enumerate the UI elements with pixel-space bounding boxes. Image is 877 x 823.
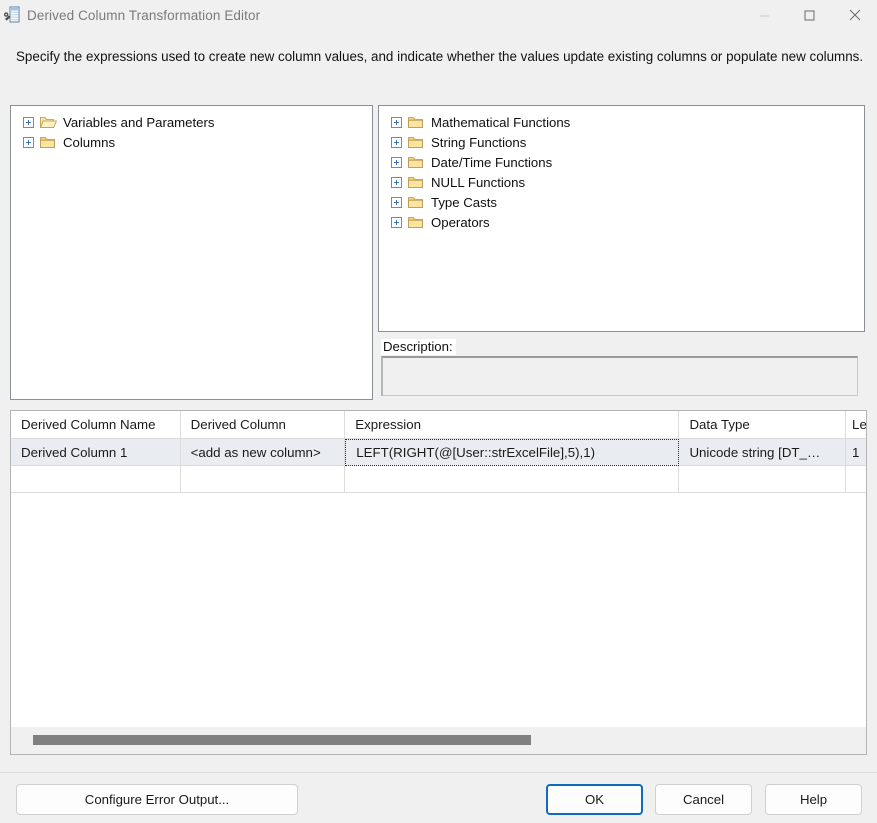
tree-item-label: Columns: [63, 134, 116, 150]
plus-icon[interactable]: [23, 136, 34, 148]
instruction-text: Specify the expressions used to create n…: [16, 49, 864, 64]
close-icon: [849, 9, 860, 21]
cell-derived-column-name[interactable]: [11, 466, 181, 493]
tree-item-variables-and-parameters[interactable]: Variables and Parameters: [11, 112, 372, 132]
column-header-data-type[interactable]: Data Type: [679, 411, 847, 438]
derived-column-icon: [4, 6, 22, 24]
tree-item-mathematical-functions[interactable]: Mathematical Functions: [379, 112, 864, 132]
column-header-expression[interactable]: Expression: [345, 411, 680, 438]
description-box: [381, 356, 858, 396]
cell-expression[interactable]: [345, 466, 680, 493]
derived-columns-grid[interactable]: Derived Column Name Derived Column Expre…: [10, 410, 867, 755]
minimize-icon: [760, 15, 769, 16]
cell-derived-column-name[interactable]: Derived Column 1: [11, 439, 181, 466]
tree-item-date-time-functions[interactable]: Date/Time Functions: [379, 152, 864, 172]
folder-icon: [408, 155, 425, 169]
folder-icon: [408, 135, 425, 149]
tree-item-label: NULL Functions: [431, 174, 526, 190]
configure-error-output-button[interactable]: Configure Error Output...: [16, 784, 298, 815]
tree-item-label: Date/Time Functions: [431, 154, 553, 170]
maximize-button[interactable]: [787, 0, 832, 30]
plus-icon[interactable]: [391, 216, 402, 228]
tree-item-label: Operators: [431, 214, 490, 230]
folder-icon: [408, 195, 425, 209]
table-row-empty[interactable]: [11, 466, 866, 493]
folder-icon: [408, 115, 425, 129]
cell-expression[interactable]: LEFT(RIGHT(@[User::strExcelFile],5),1): [345, 439, 680, 466]
variables-columns-tree-panel[interactable]: Variables and Parameters Columns: [10, 105, 373, 400]
table-row[interactable]: Derived Column 1 <add as new column> LEF…: [11, 439, 866, 466]
folder-open-icon: [40, 115, 58, 129]
cell-length[interactable]: [846, 466, 866, 493]
cell-derived-column[interactable]: [180, 466, 346, 493]
grid-horizontal-scrollbar[interactable]: [10, 727, 867, 755]
title-bar: Derived Column Transformation Editor: [0, 0, 877, 30]
cell-data-type[interactable]: Unicode string [DT_…: [679, 439, 847, 466]
tree-item-label: String Functions: [431, 134, 527, 150]
column-header-derived-column-name[interactable]: Derived Column Name: [11, 411, 181, 438]
window-controls: [742, 0, 877, 30]
tree-item-label: Type Casts: [431, 194, 497, 210]
scrollbar-thumb[interactable]: [33, 735, 531, 745]
footer-divider: [0, 772, 877, 773]
plus-icon[interactable]: [391, 136, 402, 148]
ok-button[interactable]: OK: [546, 784, 643, 815]
column-header-length[interactable]: Le: [846, 411, 866, 438]
column-header-derived-column[interactable]: Derived Column: [181, 411, 346, 438]
tree-item-label: Variables and Parameters: [63, 114, 215, 130]
folder-icon: [408, 215, 425, 229]
plus-icon[interactable]: [391, 196, 402, 208]
plus-icon[interactable]: [391, 156, 402, 168]
help-button[interactable]: Help: [765, 784, 862, 815]
plus-icon[interactable]: [391, 176, 402, 188]
window-title: Derived Column Transformation Editor: [27, 7, 261, 23]
cell-length[interactable]: 1: [846, 439, 866, 466]
left-tree: Variables and Parameters Columns: [11, 106, 372, 152]
close-button[interactable]: [832, 0, 877, 30]
cell-derived-column[interactable]: <add as new column>: [180, 439, 346, 466]
plus-icon[interactable]: [23, 116, 34, 128]
tree-item-null-functions[interactable]: NULL Functions: [379, 172, 864, 192]
cancel-button[interactable]: Cancel: [655, 784, 752, 815]
right-tree: Mathematical Functions String Functions …: [379, 106, 864, 232]
tree-item-type-casts[interactable]: Type Casts: [379, 192, 864, 212]
folder-icon: [408, 175, 425, 189]
maximize-icon: [804, 10, 815, 20]
plus-icon[interactable]: [391, 116, 402, 128]
tree-item-string-functions[interactable]: String Functions: [379, 132, 864, 152]
tree-item-operators[interactable]: Operators: [379, 212, 864, 232]
minimize-button[interactable]: [742, 0, 787, 30]
folder-icon: [40, 135, 57, 149]
functions-tree-panel[interactable]: Mathematical Functions String Functions …: [378, 105, 865, 332]
description-label: Description:: [381, 339, 456, 355]
grid-header-row: Derived Column Name Derived Column Expre…: [11, 411, 866, 439]
tree-item-columns[interactable]: Columns: [11, 132, 372, 152]
tree-item-label: Mathematical Functions: [431, 114, 571, 130]
cell-data-type[interactable]: [679, 466, 847, 493]
